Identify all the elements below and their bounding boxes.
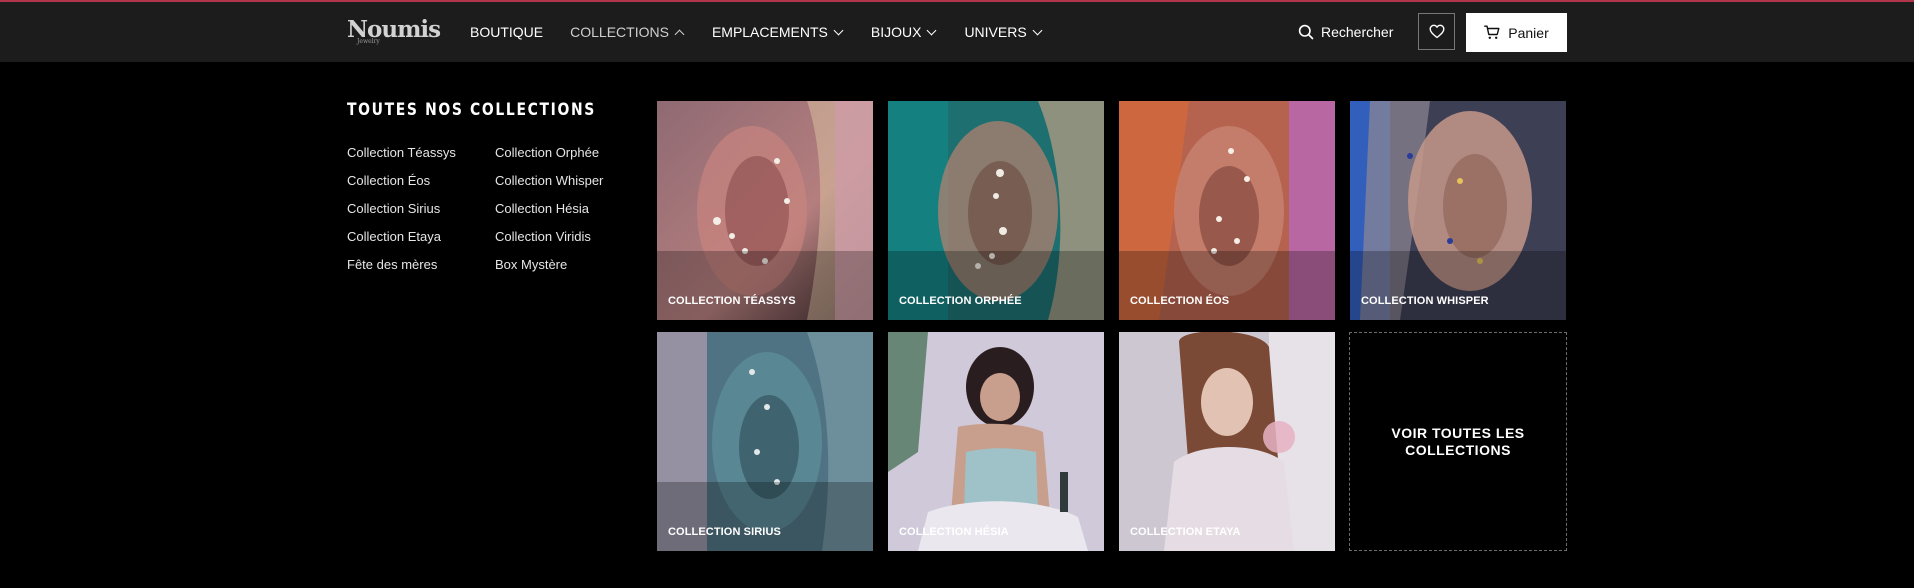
link-fete-des-meres[interactable]: Fête des mères [347, 257, 456, 285]
link-collection-orphee[interactable]: Collection Orphée [495, 145, 603, 173]
tile-collection-hesia[interactable]: COLLECTION HÉSIA [888, 332, 1104, 551]
collections-heading: TOUTES NOS COLLECTIONS [347, 100, 596, 120]
link-collection-viridis[interactable]: Collection Viridis [495, 229, 603, 257]
link-collection-teassys[interactable]: Collection Téassys [347, 145, 456, 173]
nav-collections[interactable]: COLLECTIONS [570, 24, 685, 40]
tile-label: COLLECTION WHISPER [1361, 295, 1489, 307]
nav-boutique-label: BOUTIQUE [470, 24, 544, 40]
search-icon [1298, 24, 1314, 40]
tile-label: COLLECTION ÉOS [1130, 295, 1230, 307]
tile-label: COLLECTION HÉSIA [899, 526, 1009, 538]
search-label: Rechercher [1321, 24, 1394, 40]
search-button[interactable]: Rechercher [1298, 2, 1393, 62]
nav-univers-label: UNIVERS [964, 24, 1027, 40]
nav-collections-label: COLLECTIONS [570, 24, 669, 40]
tile-collection-eos[interactable]: COLLECTION ÉOS [1119, 101, 1335, 320]
nav-emplacements[interactable]: EMPLACEMENTS [711, 24, 844, 40]
view-all-label: VOIR TOUTES LES COLLECTIONS [1391, 424, 1525, 458]
link-collection-sirius[interactable]: Collection Sirius [347, 201, 456, 229]
link-box-mystere[interactable]: Box Mystère [495, 257, 603, 285]
cart-button[interactable]: Panier [1466, 13, 1567, 52]
tile-label: COLLECTION SIRIUS [668, 526, 781, 538]
chevron-down-icon [926, 25, 937, 35]
site-header: Noumis Jewelry BOUTIQUE COLLECTIONS EMPL… [0, 2, 1914, 62]
link-collection-etaya[interactable]: Collection Etaya [347, 229, 456, 257]
nav-boutique[interactable]: BOUTIQUE [470, 24, 543, 40]
collections-links-col2: Collection Orphée Collection Whisper Col… [495, 145, 603, 285]
heart-icon [1429, 24, 1444, 39]
brand-subtitle: Jewelry [357, 38, 380, 45]
tile-collection-sirius[interactable]: COLLECTION SIRIUS [657, 332, 873, 551]
view-all-collections[interactable]: VOIR TOUTES LES COLLECTIONS [1349, 332, 1567, 551]
tile-image [1119, 101, 1335, 320]
chevron-down-icon [833, 25, 844, 35]
nav-emplacements-label: EMPLACEMENTS [711, 24, 828, 40]
tile-image [1119, 332, 1335, 551]
collections-links-col1: Collection Téassys Collection Éos Collec… [347, 145, 456, 285]
tile-label: COLLECTION ETAYA [1130, 526, 1241, 538]
tile-collection-whisper[interactable]: COLLECTION WHISPER [1350, 101, 1566, 320]
chevron-down-icon [1032, 25, 1043, 35]
tile-collection-orphee[interactable]: COLLECTION ORPHÉE [888, 101, 1104, 320]
nav-bijoux-label: BIJOUX [870, 24, 922, 40]
cart-label: Panier [1508, 24, 1549, 41]
brand-logo[interactable]: Noumis Jewelry [347, 16, 441, 48]
tile-image [888, 332, 1104, 551]
tile-image [657, 332, 873, 551]
nav-bijoux[interactable]: BIJOUX [870, 24, 937, 40]
tile-image [1350, 101, 1566, 320]
tile-collection-etaya[interactable]: COLLECTION ETAYA [1119, 332, 1335, 551]
link-collection-eos[interactable]: Collection Éos [347, 173, 456, 201]
tile-image [657, 101, 873, 320]
chevron-up-icon [674, 29, 685, 39]
tile-collection-teassys[interactable]: COLLECTION TÉASSYS [657, 101, 873, 320]
cart-icon [1484, 25, 1500, 39]
link-collection-hesia[interactable]: Collection Hésia [495, 201, 603, 229]
nav-univers[interactable]: UNIVERS [964, 24, 1043, 40]
link-collection-whisper[interactable]: Collection Whisper [495, 173, 603, 201]
tile-image [888, 101, 1104, 320]
wishlist-button[interactable] [1418, 13, 1455, 50]
main-nav: BOUTIQUE COLLECTIONS EMPLACEMENTS BIJOUX… [470, 2, 1043, 62]
tile-label: COLLECTION TÉASSYS [668, 295, 796, 307]
tile-label: COLLECTION ORPHÉE [899, 295, 1022, 307]
